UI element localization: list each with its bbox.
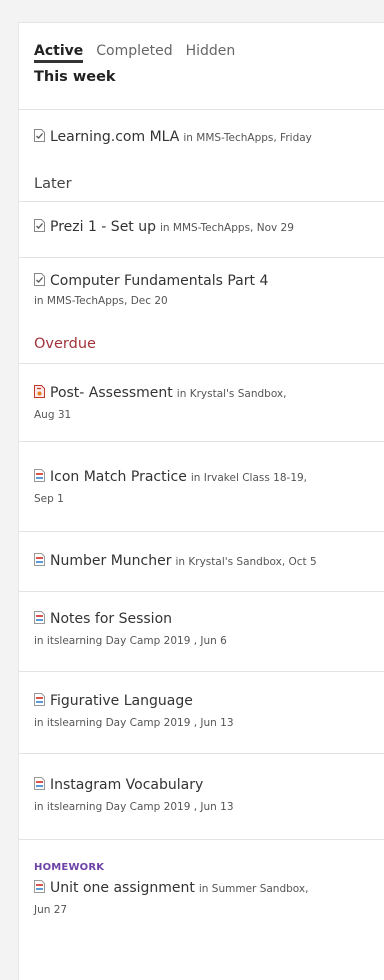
task-item[interactable]: HOMEWORK Unit one assignment in Summer S… — [19, 839, 384, 959]
task-meta: in MMS-TechApps, Dec 20 — [34, 295, 168, 307]
test-icon — [34, 385, 45, 398]
document-icon — [34, 553, 45, 566]
document-icon — [34, 469, 45, 482]
task-due-date: Aug 31 — [34, 409, 72, 421]
assignment-icon — [34, 273, 45, 286]
assignment-icon — [34, 219, 45, 232]
task-item[interactable]: Post- Assessment in Krystal's Sandbox, A… — [19, 363, 384, 441]
section-heading-this-week: This week — [34, 69, 116, 85]
task-item[interactable]: Instagram Vocabulary in itslearning Day … — [19, 753, 384, 839]
task-meta: in itslearning Day Camp 2019 , Jun 13 — [34, 717, 234, 729]
tab-completed[interactable]: Completed — [96, 41, 172, 63]
task-item[interactable]: Learning.com MLA in MMS-TechApps, Friday — [19, 109, 384, 165]
task-meta: in itslearning Day Camp 2019 , Jun 13 — [34, 801, 234, 813]
task-meta: in itslearning Day Camp 2019 , Jun 6 — [34, 635, 227, 647]
task-title[interactable]: Icon Match Practice — [50, 469, 187, 485]
task-title[interactable]: Number Muncher — [50, 553, 171, 569]
task-meta: in Summer Sandbox, — [198, 883, 309, 895]
task-title[interactable]: Learning.com MLA — [50, 129, 179, 145]
task-title[interactable]: Post- Assessment — [50, 385, 173, 401]
section-heading-overdue: Overdue — [34, 336, 96, 352]
document-icon — [34, 880, 45, 893]
section-heading-later: Later — [34, 176, 72, 192]
tab-active[interactable]: Active — [34, 41, 84, 63]
task-title[interactable]: Computer Fundamentals Part 4 — [50, 273, 268, 289]
filter-tabs: Active Completed Hidden — [19, 23, 384, 67]
task-title[interactable]: Figurative Language — [50, 693, 193, 709]
document-icon — [34, 611, 45, 624]
task-item[interactable]: Computer Fundamentals Part 4 in MMS-Tech… — [19, 257, 384, 329]
tab-hidden[interactable]: Hidden — [186, 41, 236, 63]
task-item[interactable]: Icon Match Practice in Irvakel Class 18-… — [19, 441, 384, 531]
task-title[interactable]: Unit one assignment — [50, 880, 195, 896]
task-item[interactable]: Prezi 1 - Set up in MMS-TechApps, Nov 29 — [19, 201, 384, 257]
document-icon — [34, 777, 45, 790]
task-meta: in Krystal's Sandbox, — [176, 388, 287, 400]
homework-label: HOMEWORK — [34, 862, 105, 873]
assignment-icon — [34, 129, 45, 142]
task-due-date: Sep 1 — [34, 493, 64, 505]
tasks-panel: Active Completed Hidden This week Learni… — [18, 22, 384, 980]
task-item[interactable]: Number Muncher in Krystal's Sandbox, Oct… — [19, 531, 384, 591]
task-meta: in MMS-TechApps, Nov 29 — [160, 222, 294, 234]
task-due-date: Jun 27 — [34, 904, 68, 916]
task-title[interactable]: Instagram Vocabulary — [50, 777, 203, 793]
task-meta: in Irvakel Class 18-19, — [190, 472, 308, 484]
task-title[interactable]: Prezi 1 - Set up — [50, 219, 156, 235]
document-icon — [34, 693, 45, 706]
task-meta: in Krystal's Sandbox, Oct 5 — [175, 556, 317, 568]
task-item[interactable]: Notes for Session in itslearning Day Cam… — [19, 591, 384, 671]
task-item[interactable]: Figurative Language in itslearning Day C… — [19, 671, 384, 753]
task-title[interactable]: Notes for Session — [50, 611, 172, 627]
task-meta: in MMS-TechApps, Friday — [183, 132, 312, 144]
